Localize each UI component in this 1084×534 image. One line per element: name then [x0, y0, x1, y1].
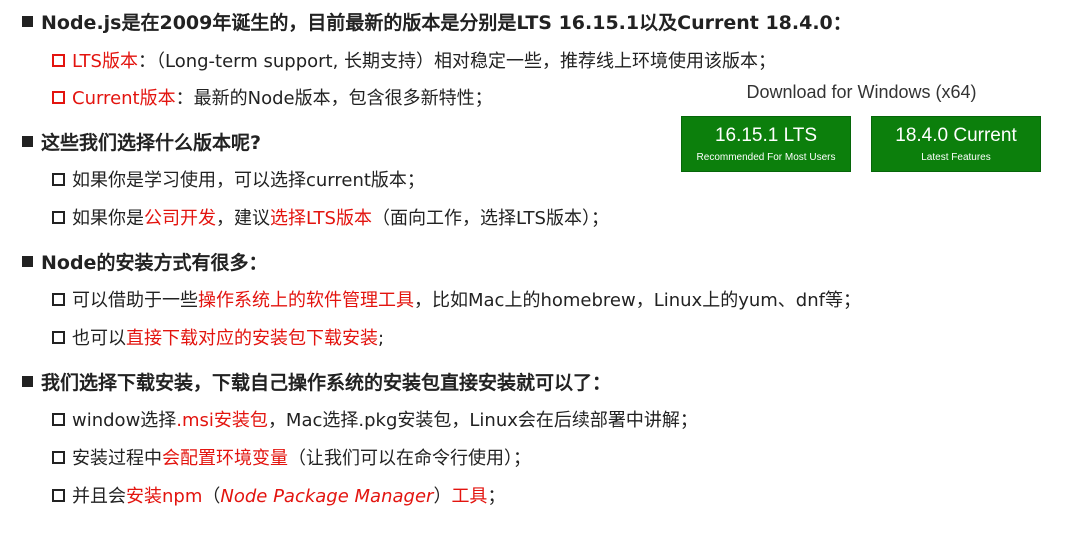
item-text: （面向工作，选择LTS版本）； — [371, 208, 609, 229]
highlight-text: 选择LTS版本 — [270, 208, 372, 229]
lts-subtitle: Recommended For Most Users — [696, 152, 836, 163]
checkbox-bullet-icon — [52, 91, 65, 104]
item-text: ） — [433, 486, 452, 507]
item-text: ； — [487, 486, 506, 507]
item-text: 也可以 — [72, 328, 126, 349]
download-title: Download for Windows (x64) — [746, 82, 977, 102]
section-heading-choose-version: 这些我们选择什么版本呢? — [22, 134, 261, 153]
list-item-package-manager: 可以借助于一些操作系统上的软件管理工具，比如Mac上的homebrew，Linu… — [52, 292, 861, 310]
highlight-text: 工具 — [451, 486, 488, 507]
item-text: （让我们可以在命令行使用）； — [288, 448, 531, 469]
highlight-text: 公司开发 — [144, 208, 216, 229]
section-heading-node-versions: Node.js是在2009年诞生的，目前最新的版本是分别是LTS 16.15.1… — [22, 14, 852, 33]
list-item-npm: 并且会安装npm（Node Package Manager）工具； — [52, 488, 505, 506]
item-text: ，Mac选择.pkg安装包，Linux会在后续部署中讲解； — [267, 410, 698, 431]
list-item-current: Current版本：最新的Node版本，包含很多新特性； — [52, 90, 493, 108]
item-text: ，建议 — [216, 208, 270, 229]
square-bullet-icon — [22, 136, 33, 147]
square-bullet-icon — [22, 376, 33, 387]
list-item-direct-download: 也可以直接下载对应的安装包下载安装; — [52, 330, 384, 348]
highlight-text: Current版本 — [72, 88, 176, 109]
checkbox-bullet-icon — [52, 331, 65, 344]
checkbox-bullet-icon — [52, 293, 65, 306]
list-item-learning: 如果你是学习使用，可以选择current版本； — [52, 172, 425, 190]
list-item-company: 如果你是公司开发，建议选择LTS版本（面向工作，选择LTS版本）； — [52, 210, 609, 228]
item-text: ，比如Mac上的homebrew，Linux上的yum、dnf等； — [414, 290, 861, 311]
item-text: 如果你是学习使用，可以选择current版本； — [72, 170, 425, 191]
square-bullet-icon — [22, 256, 33, 267]
checkbox-bullet-icon — [52, 211, 65, 224]
list-item-lts: LTS版本：（Long-term support, 长期支持）相对稳定一些，推荐… — [52, 53, 776, 71]
square-bullet-icon — [22, 16, 33, 27]
checkbox-bullet-icon — [52, 173, 65, 186]
lts-version-label: 16.15.1 LTS — [714, 125, 818, 146]
checkbox-bullet-icon — [52, 54, 65, 67]
current-subtitle: Latest Features — [921, 152, 991, 163]
item-text: ; — [378, 328, 385, 349]
item-text: 如果你是 — [72, 208, 144, 229]
checkbox-bullet-icon — [52, 413, 65, 426]
highlight-text: 会配置环境变量 — [162, 448, 288, 469]
item-text: ：最新的Node版本，包含很多新特性； — [175, 88, 493, 109]
heading-text: 我们选择下载安装，下载自己操作系统的安装包直接安装就可以了： — [41, 372, 612, 394]
item-text: （ — [202, 486, 221, 507]
download-current-button[interactable]: 18.4.0 Current Latest Features — [871, 116, 1041, 172]
item-text: ：（Long-term support, 长期支持）相对稳定一些，推荐线上环境使… — [137, 51, 777, 72]
section-heading-install-methods: Node的安装方式有很多： — [22, 254, 267, 273]
download-lts-button[interactable]: 16.15.1 LTS Recommended For Most Users — [681, 116, 851, 172]
item-text: window选择 — [72, 410, 177, 431]
section-heading-download-install: 我们选择下载安装，下载自己操作系统的安装包直接安装就可以了： — [22, 374, 611, 393]
highlight-text: 直接下载对应的安装包下载安装 — [126, 328, 378, 349]
highlight-text: LTS版本 — [72, 51, 138, 72]
highlight-text: 安装npm — [126, 486, 203, 507]
current-version-label: 18.4.0 Current — [895, 125, 1017, 146]
checkbox-bullet-icon — [52, 489, 65, 502]
highlight-text: 操作系统上的软件管理工具 — [198, 290, 414, 311]
checkbox-bullet-icon — [52, 451, 65, 464]
item-text: 安装过程中 — [72, 448, 162, 469]
heading-text: Node的安装方式有很多： — [41, 252, 268, 274]
list-item-env-vars: 安装过程中会配置环境变量（让我们可以在命令行使用）； — [52, 450, 531, 468]
heading-text: Node.js是在2009年诞生的，目前最新的版本是分别是LTS 16.15.1… — [41, 12, 852, 34]
highlight-text: Node Package Manager — [220, 486, 434, 507]
item-text: 可以借助于一些 — [72, 290, 198, 311]
list-item-installer-types: window选择.msi安装包，Mac选择.pkg安装包，Linux会在后续部署… — [52, 412, 698, 430]
heading-text: 这些我们选择什么版本呢? — [41, 132, 262, 154]
item-text: 并且会 — [72, 486, 126, 507]
highlight-text: .msi安装包 — [176, 410, 268, 431]
